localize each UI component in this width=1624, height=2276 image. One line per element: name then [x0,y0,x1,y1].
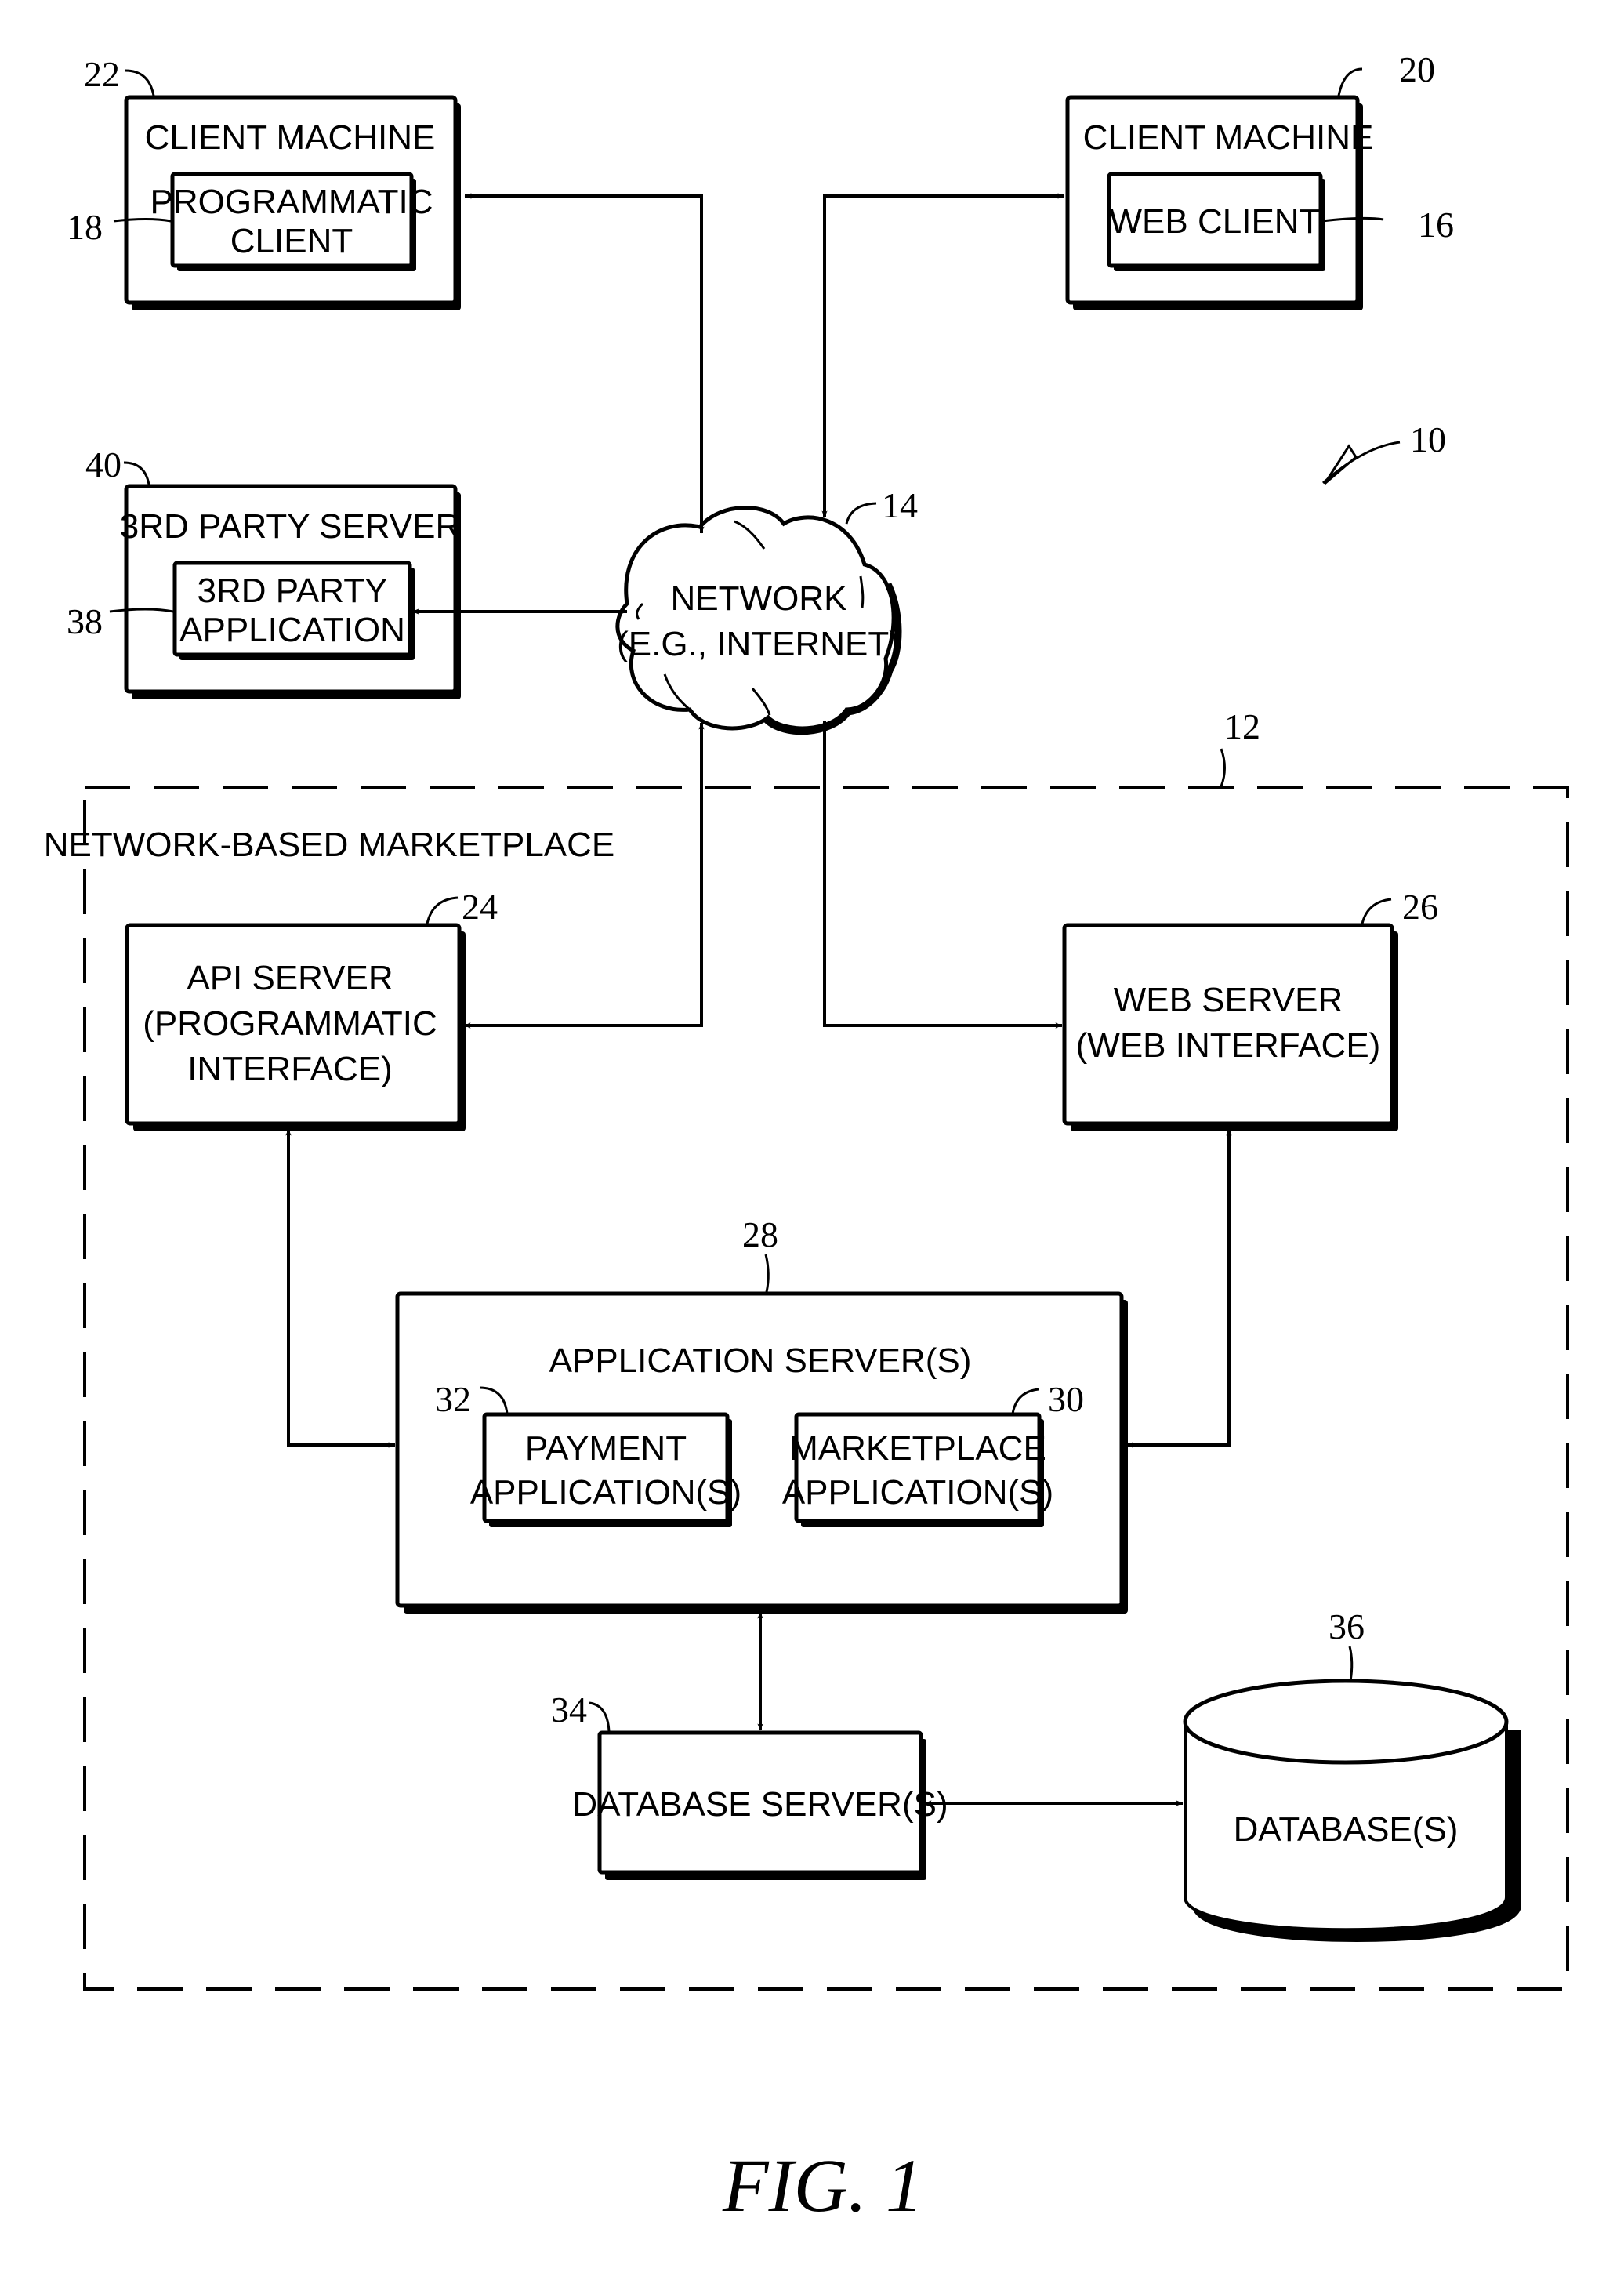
network-cloud: NETWORK (E.G., INTERNET) 14 [615,485,918,735]
ref-leader-26 [1361,898,1392,924]
ref-leader-28 [764,1254,770,1293]
ref-label-40: 40 [85,445,121,485]
web-server: WEB SERVER (WEB INTERFACE) 26 [1062,887,1438,1131]
ref-leader-22 [125,69,155,96]
api-server-line2: (PROGRAMMATIC [143,1004,437,1043]
connector-network-webserver [821,721,1063,1029]
system-architecture-diagram: /* marker sizing (layout) */ CLIENT MACH… [44,49,1569,2227]
network-line2: (E.G., INTERNET) [617,625,901,663]
ref-label-32: 32 [435,1379,471,1419]
ref-label-28: 28 [742,1214,778,1254]
ref-label-26: 26 [1402,887,1438,927]
arrow-tip-10-icon [1323,444,1358,485]
programmatic-client-line1: PROGRAMMATIC [150,183,433,221]
connector-client20-network [821,193,1065,518]
programmatic-client-line2: CLIENT [230,222,353,260]
ref-leader-36 [1348,1646,1354,1682]
client-machine-title: CLIENT MACHINE [145,118,436,157]
figure-caption: FIG. 1 [722,2144,923,2227]
ref-leader-20 [1337,67,1363,96]
client-machine-web: CLIENT MACHINE WEB CLIENT 20 16 [1065,49,1454,310]
ref-label-16: 16 [1418,205,1454,245]
third-party-server: 3RD PARTY SERVER 3RD PARTY APPLICATION 4… [67,445,461,699]
ref-leader-10 [1322,441,1401,485]
ref-label-34: 34 [551,1690,587,1730]
payment-apps-line2: APPLICATION(S) [470,1473,741,1512]
databases-label: DATABASE(S) [1234,1810,1459,1849]
ref-label-30: 30 [1048,1379,1084,1419]
ref-leader-40 [123,461,150,485]
databases: DATABASE(S) 36 [1183,1606,1521,1942]
connector-client22-network [464,193,705,534]
web-server-line1: WEB SERVER [1114,981,1343,1019]
api-server-line3: INTERFACE) [187,1050,393,1088]
cloud-outline [615,506,896,731]
connector-network-apiserver [463,722,705,1029]
web-server-line2: (WEB INTERFACE) [1076,1026,1381,1065]
application-servers: APPLICATION SERVER(S) 28 PAYMENT APPLICA… [395,1214,1128,1614]
marketplace-apps-line1: MARKETPLACE [789,1429,1046,1468]
ref-label-24: 24 [462,887,498,927]
third-party-server-title: 3RD PARTY SERVER [120,507,460,546]
database-cylinder-top [1183,1679,1509,1765]
web-server-box [1062,923,1394,1126]
database-servers-label: DATABASE SERVER(S) [572,1785,948,1824]
ref-label-12: 12 [1224,706,1260,746]
connector-webserver-appservers [1126,1128,1232,1448]
client-machine-web-title: CLIENT MACHINE [1083,118,1374,157]
third-party-app-line1: 3RD PARTY [198,572,388,610]
ref-leader-24 [426,896,459,924]
client-machine-programmatic: CLIENT MACHINE PROGRAMMATIC CLIENT 22 18 [67,54,461,310]
ref-label-10: 10 [1410,419,1446,459]
database-servers: DATABASE SERVER(S) 34 [551,1690,948,1880]
system-reference: 10 [1322,419,1446,485]
ref-label-38: 38 [67,601,103,641]
ref-label-22: 22 [84,54,120,94]
ref-leader-34 [589,1701,611,1732]
ref-leader-12 [1220,748,1226,787]
network-line1: NETWORK [671,579,847,618]
ref-label-18: 18 [67,207,103,247]
ref-label-20: 20 [1399,49,1435,89]
ref-label-36: 36 [1329,1606,1365,1646]
payment-apps-line1: PAYMENT [525,1429,687,1468]
api-server-line1: API SERVER [187,959,393,997]
web-client-label: WEB CLIENT [1110,202,1321,241]
ref-label-14: 14 [882,485,918,525]
third-party-app-line2: APPLICATION [179,611,405,649]
connector-apiserver-appservers [285,1128,396,1448]
api-server: API SERVER (PROGRAMMATIC INTERFACE) 24 [125,887,498,1131]
marketplace-title: NETWORK-BASED MARKETPLACE [44,826,615,864]
marketplace-apps-line2: APPLICATION(S) [782,1473,1053,1512]
application-servers-title: APPLICATION SERVER(S) [549,1341,972,1380]
